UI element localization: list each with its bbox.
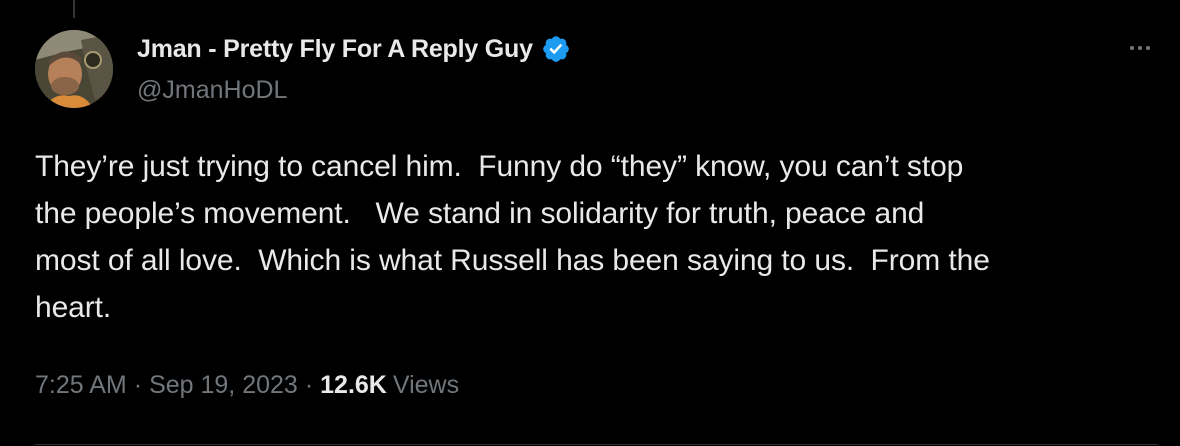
avatar[interactable] [35, 30, 113, 108]
tweet-meta: 7:25 AM · Sep 19, 2023 · 12.6K Views [35, 371, 459, 400]
views-label: Views [392, 371, 460, 399]
author-display-name[interactable]: Jman - Pretty Fly For A Reply Guy [137, 35, 533, 64]
avatar-image [35, 30, 113, 108]
views-count[interactable]: 12.6K [320, 371, 387, 400]
name-row: Jman - Pretty Fly For A Reply Guy [137, 30, 1037, 68]
more-horizontal-icon [1130, 46, 1134, 50]
author-handle[interactable]: @JmanHoDL [137, 76, 1037, 105]
tweet-header: Jman - Pretty Fly For A Reply Guy @JmanH… [137, 30, 1037, 105]
meta-separator: · [304, 371, 314, 399]
tweet-time[interactable]: 7:25 AM [35, 371, 127, 400]
divider [35, 444, 1158, 445]
verified-badge-icon[interactable] [541, 34, 571, 64]
tweet-body-text: They’re just trying to cancel him. Funny… [35, 150, 990, 324]
meta-separator: · [133, 371, 143, 399]
more-options-button[interactable] [1122, 36, 1158, 60]
more-dot [1138, 46, 1142, 50]
more-dot [1146, 46, 1150, 50]
thread-connector-line [73, 0, 75, 18]
tweet-date[interactable]: Sep 19, 2023 [149, 371, 298, 400]
